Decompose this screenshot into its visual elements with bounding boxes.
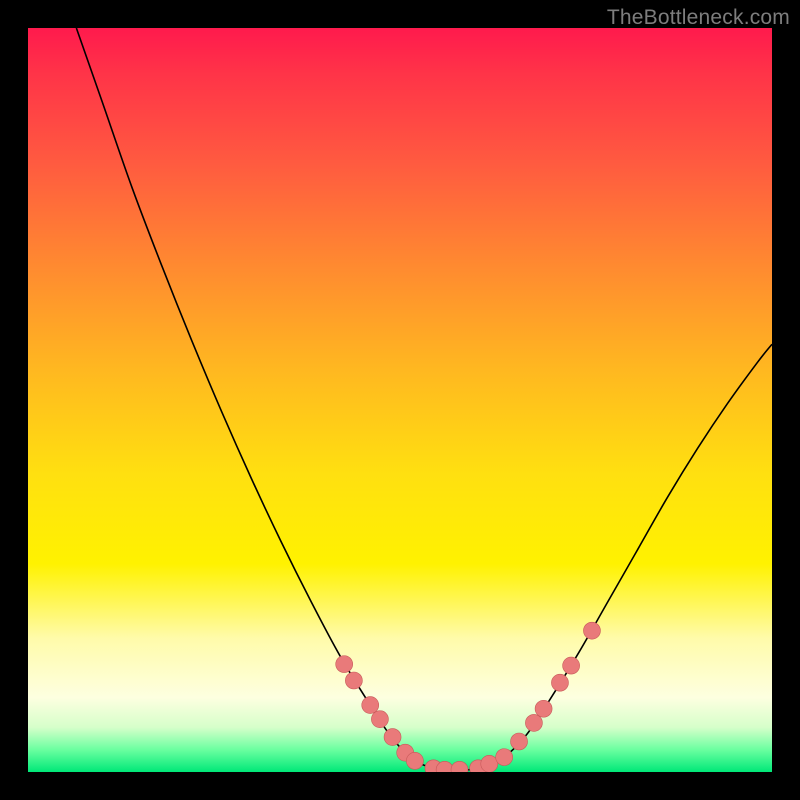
curve-marker [496, 749, 513, 766]
chart-svg [28, 28, 772, 772]
curve-marker [345, 672, 362, 689]
chart-plot-area [28, 28, 772, 772]
curve-marker [525, 714, 542, 731]
curve-marker [362, 697, 379, 714]
curve-marker [451, 761, 468, 772]
watermark-text: TheBottleneck.com [607, 6, 790, 30]
curve-right [437, 344, 772, 770]
curve-marker [481, 755, 498, 772]
curve-marker [551, 674, 568, 691]
curve-marker [371, 711, 388, 728]
curve-marker [384, 729, 401, 746]
curve-markers [336, 622, 601, 772]
curve-marker [535, 700, 552, 717]
curve-marker [511, 733, 528, 750]
curve-marker [336, 656, 353, 673]
curve-left [76, 28, 437, 769]
curve-marker [583, 622, 600, 639]
curve-marker [406, 752, 423, 769]
curve-marker [563, 657, 580, 674]
